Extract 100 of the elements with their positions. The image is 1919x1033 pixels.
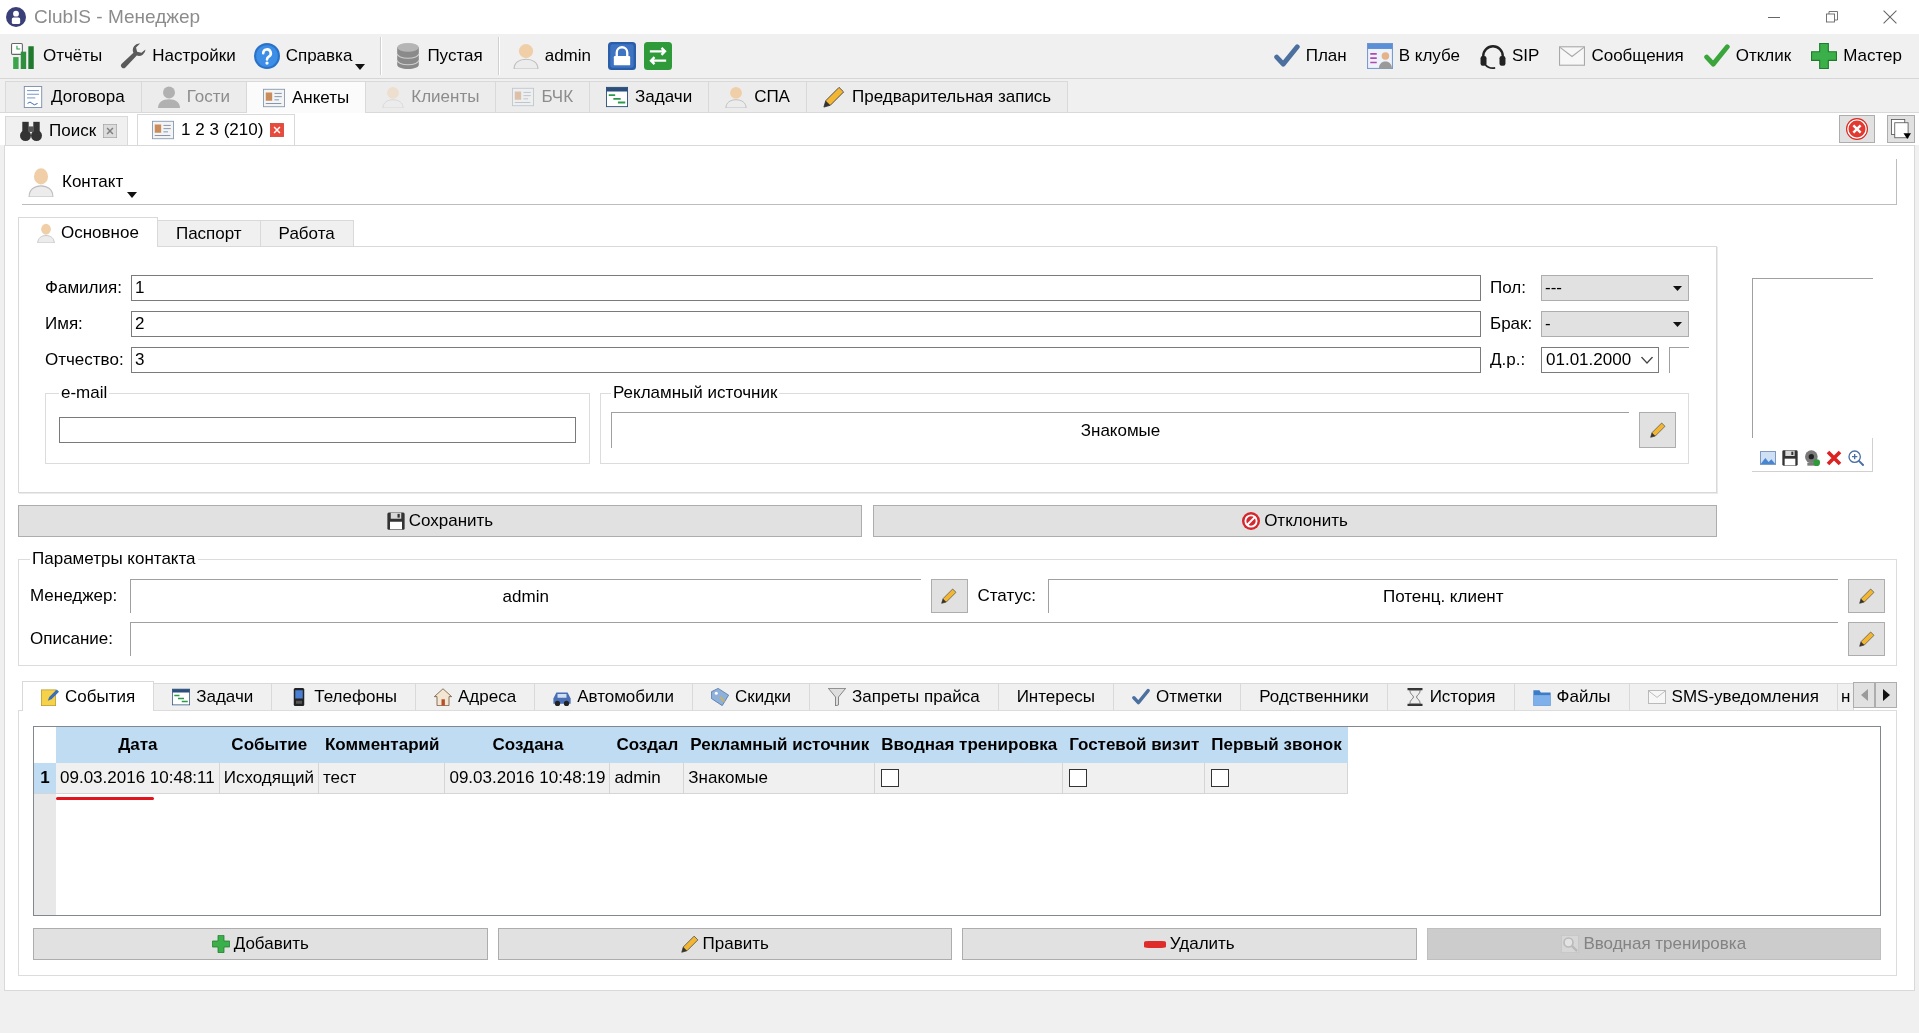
toolbar-button[interactable]: Справка [248,37,371,75]
text-field[interactable]: 2 [131,311,1481,337]
delete-button[interactable]: Удалить [962,928,1417,960]
dropdown-field[interactable]: --- [1541,275,1689,301]
close-icon[interactable] [103,124,118,138]
edit-button[interactable]: Править [497,928,952,960]
pencil-icon [1858,631,1875,647]
person-list-icon [1366,43,1393,69]
image-icon[interactable] [1760,450,1776,466]
checkmark-icon [1131,688,1150,706]
column-header[interactable]: Создана [445,727,611,763]
toolbar-button[interactable]: План [1268,37,1352,75]
toolbar-button[interactable]: Мастер [1806,37,1907,75]
checkbox[interactable] [1069,769,1088,787]
toolbar-button[interactable]: SIP [1475,37,1545,75]
toolbar-button[interactable]: Сообщения [1554,37,1689,75]
document-tab[interactable]: Поиск [5,116,129,145]
headset-icon [1480,43,1506,69]
date-field[interactable]: 01.01.2000 [1541,347,1659,373]
minus-icon [1143,940,1166,948]
detail-tab[interactable]: SMS-уведомления [1628,683,1839,710]
column-header[interactable]: Дата [56,727,220,763]
module-tab[interactable]: СПА [708,81,807,112]
detail-tab[interactable]: Запреты прайса [809,683,999,710]
hourglass-icon [1405,688,1424,706]
detail-tab[interactable]: Родственники [1240,683,1388,710]
detail-tab[interactable]: Адреса [415,683,536,710]
column-header[interactable]: Гостевой визит [1063,727,1206,763]
status-field[interactable]: Потенц. клиент [1047,579,1838,613]
window-list-icon [1891,119,1911,139]
checkbox[interactable] [1211,769,1230,787]
edit-button[interactable] [1848,622,1885,656]
id-card-icon [512,86,535,108]
field-label: Менеджер: [30,586,119,606]
detail-tab[interactable]: События [22,681,155,711]
email-field[interactable] [59,417,576,443]
pencil-icon [1858,588,1875,604]
detail-tab[interactable]: Скидки [692,683,811,710]
envelope-icon [1559,43,1586,69]
save-button[interactable]: Сохранить [18,505,862,537]
caret-icon [1673,321,1682,327]
folder-icon [1532,688,1551,706]
close-icon[interactable] [270,123,285,137]
edit-button[interactable] [1639,412,1676,448]
column-header[interactable]: Вводная тренировка [875,727,1064,763]
person-icon [725,86,748,108]
field-label: Брак: [1490,314,1534,334]
pencil-icon [941,588,957,604]
detail-tab[interactable]: Телефоны [271,683,416,710]
detail-tab[interactable]: Интересы [997,683,1114,710]
toolbar-button[interactable]: Настройки [115,37,241,75]
form-tab[interactable]: Основное [18,217,158,247]
module-tab[interactable]: Договора [5,81,142,112]
checkbox[interactable] [881,769,900,787]
form-tab[interactable]: Паспорт [156,220,261,246]
column-header[interactable]: Комментарий [318,727,446,763]
add-button[interactable]: Добавить [33,928,488,960]
ad-source-field[interactable]: Знакомые [611,412,1629,448]
scroll-right-button[interactable] [1875,682,1898,708]
detail-tab[interactable]: Задачи [153,683,273,710]
window-list-button[interactable] [1887,115,1915,143]
toolbar-button[interactable]: В клубе [1361,37,1465,75]
note-icon [41,687,59,706]
column-header[interactable]: Первый звонок [1205,727,1348,763]
search-icon [1561,935,1580,953]
close-button[interactable] [1839,115,1875,143]
detail-tab[interactable]: Отметки [1112,683,1242,710]
toolbar-button[interactable]: admin [507,37,596,75]
toolbar-button[interactable]: Отклик [1698,37,1797,75]
module-tab[interactable]: Задачи [589,81,710,112]
edit-button[interactable] [1848,579,1885,613]
text-field[interactable]: 1 [131,275,1481,301]
toolbar-button[interactable]: Отчёты [6,37,108,75]
edit-button[interactable] [930,579,968,613]
column-header[interactable]: Рекламный источник [684,727,876,763]
module-tab[interactable]: Анкеты [245,81,367,113]
detail-tab[interactable]: Автомобили [534,683,693,710]
document-tab[interactable]: 1 2 3 (210) [137,114,296,145]
module-tab[interactable]: Предварительная запись [805,81,1069,112]
toolbar-button[interactable]: Пустая [390,37,488,75]
contact-menu-button[interactable]: Контакт [28,163,138,200]
zoom-in-icon[interactable] [1848,450,1864,466]
detail-tab[interactable]: Файлы [1513,683,1630,710]
table-cell: Исходящий [219,763,319,794]
delete-icon[interactable] [1826,450,1842,466]
help-icon [253,43,280,69]
form-tab[interactable]: Работа [259,220,354,246]
table-cell: admin [610,763,685,794]
save-icon[interactable] [1782,450,1798,466]
dropdown-field[interactable]: - [1541,311,1689,337]
webcam-icon[interactable] [1804,450,1820,466]
text-field[interactable]: 3 [131,347,1481,373]
detail-tab[interactable]: История [1386,683,1515,710]
column-header[interactable]: Создал [610,727,685,763]
id-card-icon [152,119,175,141]
manager-field[interactable]: admin [130,579,921,613]
save-icon [386,512,405,530]
decline-button[interactable]: Отклонить [873,505,1717,537]
column-header[interactable]: Событие [219,727,319,763]
plus-icon [211,935,230,953]
